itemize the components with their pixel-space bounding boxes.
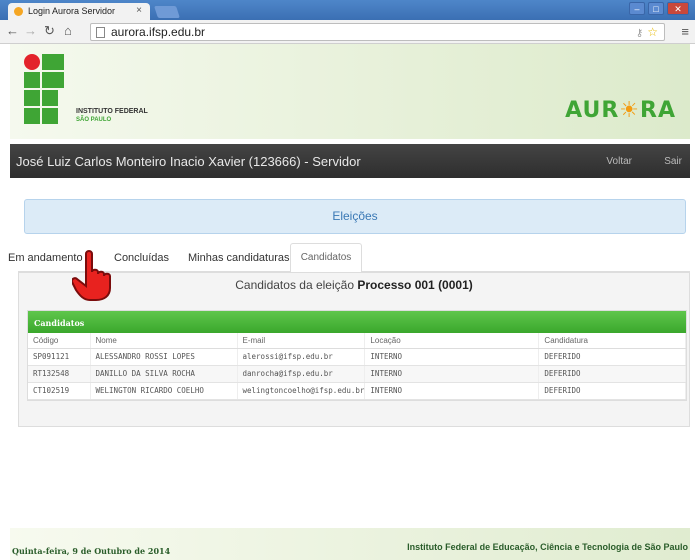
cell-name: ALESSANDRO ROSSI LOPES — [90, 348, 238, 366]
cell-candidacy: DEFERIDO — [538, 365, 686, 383]
page-icon — [96, 27, 105, 38]
bookmark-star-icon[interactable]: ⚷ ☆ — [636, 25, 658, 39]
key-icon: ⚷ — [635, 28, 644, 39]
footer-institution: Instituto Federal de Educação, Ciência e… — [407, 542, 688, 552]
favicon-icon — [14, 7, 23, 16]
cell-code: SP091121 — [28, 348, 91, 366]
cell-email: danrocha@ifsp.edu.br — [237, 365, 366, 383]
tab-close-button[interactable]: × — [136, 5, 142, 16]
reload-icon[interactable]: ↻ — [44, 23, 55, 39]
logout-link[interactable]: Sair — [664, 156, 682, 167]
url-text: aurora.ifsp.edu.br — [111, 25, 206, 39]
browser-toolbar: ← → ↻ ⌂ aurora.ifsp.edu.br ⚷ ☆ ≡ — [0, 20, 695, 44]
hand-cursor-icon — [72, 250, 111, 301]
cell-code: RT132548 — [28, 365, 91, 383]
cell-code: CT102519 — [28, 382, 91, 400]
footer-date: Quinta-feira, 9 de Outubro de 2014 — [12, 546, 171, 556]
tab-candidates[interactable]: Candidatos — [290, 243, 362, 273]
cell-location: INTERNO — [364, 365, 540, 383]
home-icon[interactable]: ⌂ — [64, 23, 72, 39]
col-candidacy: Candidatura — [538, 333, 686, 349]
tab-concluded[interactable]: Concluídas — [114, 252, 169, 264]
candidates-table-box: Candidatos Código Nome E-mail Locação Ca… — [27, 310, 687, 401]
maximize-icon[interactable]: □ — [648, 2, 664, 15]
table-row: SP091121 ALESSANDRO ROSSI LOPES alerossi… — [28, 348, 686, 366]
site-footer: Quinta-feira, 9 de Outubro de 2014 Insti… — [10, 528, 690, 560]
col-email: E-mail — [237, 333, 366, 349]
back-arrow-icon[interactable]: ← — [6, 23, 19, 39]
sun-icon: ☀ — [619, 98, 641, 123]
user-name: José Luiz Carlos Monteiro Inacio Xavier … — [16, 154, 361, 169]
col-name: Nome — [90, 333, 238, 349]
back-link[interactable]: Voltar — [606, 156, 632, 167]
tab-my-candidacies[interactable]: Minhas candidaturas — [188, 252, 290, 264]
ifsp-logo — [24, 54, 80, 126]
table-row: CT102519 WELINGTON RICARDO COELHO weling… — [28, 382, 686, 400]
cell-candidacy: DEFERIDO — [538, 382, 686, 400]
browser-menu-icon[interactable]: ≡ — [681, 24, 689, 39]
col-code: Código — [28, 333, 91, 349]
tab-title: Login Aurora Servidor — [28, 6, 116, 16]
cell-email: welingtoncoelho@ifsp.edu.br — [237, 382, 366, 400]
new-tab-button[interactable] — [154, 6, 180, 18]
col-location: Locação — [364, 333, 540, 349]
elections-header: Eleições — [24, 199, 686, 234]
candidates-table: Código Nome E-mail Locação Candidatura S… — [28, 333, 686, 400]
user-bar: José Luiz Carlos Monteiro Inacio Xavier … — [10, 144, 690, 178]
window-controls: – □ ✕ — [629, 2, 689, 15]
table-row: RT132548 DANILLO DA SILVA ROCHA danrocha… — [28, 365, 686, 383]
browser-titlebar: Login Aurora Servidor × – □ ✕ — [0, 0, 695, 20]
forward-arrow-icon[interactable]: → — [24, 23, 37, 39]
institute-name: INSTITUTO FEDERAL SÃO PAULO — [76, 108, 148, 123]
cell-location: INTERNO — [364, 348, 540, 366]
address-bar[interactable]: aurora.ifsp.edu.br ⚷ ☆ — [90, 23, 665, 41]
cell-email: alerossi@ifsp.edu.br — [237, 348, 366, 366]
table-heading: Candidatos — [28, 311, 686, 333]
cell-name: WELINGTON RICARDO COELHO — [90, 382, 238, 400]
browser-tab[interactable]: Login Aurora Servidor × — [8, 3, 150, 20]
minimize-icon[interactable]: – — [629, 2, 645, 15]
cell-location: INTERNO — [364, 382, 540, 400]
site-header: INSTITUTO FEDERAL SÃO PAULO AUR☀RA — [10, 44, 690, 139]
cell-candidacy: DEFERIDO — [538, 348, 686, 366]
close-window-icon[interactable]: ✕ — [667, 2, 689, 15]
aurora-logo: AUR☀RA — [565, 98, 676, 123]
cell-name: DANILLO DA SILVA ROCHA — [90, 365, 238, 383]
